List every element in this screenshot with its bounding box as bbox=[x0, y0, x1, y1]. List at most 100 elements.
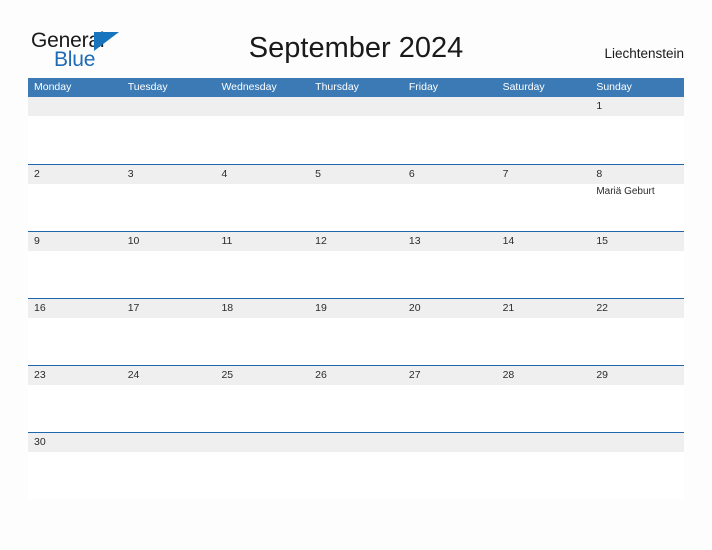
calendar-day-cell-25[interactable]: 25 bbox=[215, 366, 310, 432]
calendar-day-cell-empty bbox=[215, 97, 310, 164]
calendar-day-cell-empty bbox=[121, 97, 216, 164]
day-number: 20 bbox=[408, 302, 421, 314]
day-number-band bbox=[496, 165, 591, 184]
page-header: General Blue September 2024 Liechtenstei… bbox=[0, 0, 712, 78]
calendar-day-cell-empty bbox=[402, 433, 497, 499]
day-number-band bbox=[402, 433, 497, 452]
day-number: 12 bbox=[315, 235, 327, 247]
calendar-page: General Blue September 2024 Liechtenstei… bbox=[0, 0, 712, 550]
calendar-week-row: 30 bbox=[28, 432, 685, 499]
calendar-day-cell-22[interactable]: 22 bbox=[590, 299, 685, 365]
day-number-band bbox=[590, 433, 685, 452]
day-number-band bbox=[309, 97, 403, 116]
day-number-band bbox=[28, 232, 122, 251]
day-number-band bbox=[402, 165, 497, 184]
day-number: 26 bbox=[315, 369, 327, 381]
calendar-day-cell-6[interactable]: 6 bbox=[402, 165, 497, 231]
day-number: 15 bbox=[596, 235, 608, 247]
day-number-band bbox=[121, 433, 216, 452]
day-number-band bbox=[121, 165, 216, 184]
calendar-week-row: 1 bbox=[28, 97, 685, 164]
calendar-day-cell-19[interactable]: 19 bbox=[309, 299, 403, 365]
calendar-day-cell-18[interactable]: 18 bbox=[215, 299, 310, 365]
day-number-band bbox=[309, 433, 403, 452]
calendar-day-cell-20[interactable]: 20 bbox=[402, 299, 497, 365]
calendar-event: Mariä Geburt bbox=[596, 186, 655, 197]
calendar-day-cell-1[interactable]: 1 bbox=[590, 97, 685, 164]
calendar-week-row: 2 3 4 5 6 7 8 Mariä Geburt bbox=[28, 164, 685, 231]
calendar-day-cell-30[interactable]: 30 bbox=[28, 433, 122, 499]
day-number: 28 bbox=[502, 369, 515, 381]
calendar-day-cell-empty bbox=[309, 97, 403, 164]
calendar-day-cell-9[interactable]: 9 bbox=[28, 232, 122, 298]
day-number: 29 bbox=[596, 369, 608, 381]
calendar-day-cell-3[interactable]: 3 bbox=[121, 165, 216, 231]
day-of-week-monday: Monday bbox=[34, 81, 72, 93]
calendar-day-cell-17[interactable]: 17 bbox=[121, 299, 216, 365]
day-of-week-tuesday: Tuesday bbox=[127, 81, 168, 93]
day-number: 21 bbox=[502, 302, 515, 314]
day-number: 7 bbox=[502, 168, 509, 180]
day-number: 8 bbox=[596, 168, 603, 180]
calendar-day-cell-empty bbox=[121, 433, 216, 499]
day-number-band bbox=[590, 165, 685, 184]
calendar-day-cell-13[interactable]: 13 bbox=[402, 232, 497, 298]
week-cells: 2 3 4 5 6 7 8 Mariä Geburt bbox=[28, 165, 685, 231]
calendar-day-cell-4[interactable]: 4 bbox=[215, 165, 310, 231]
day-number: 4 bbox=[221, 168, 228, 180]
calendar-weeks: 1 2 3 4 5 6 7 8 Mariä Geburt 9 10 11 12 13 14 15 16 17 18 1… bbox=[28, 97, 685, 499]
calendar-day-cell-empty bbox=[215, 433, 310, 499]
day-of-week-sunday: Sunday bbox=[596, 81, 632, 93]
day-number: 25 bbox=[221, 369, 234, 381]
calendar-day-cell-5[interactable]: 5 bbox=[309, 165, 403, 231]
calendar-day-cell-15[interactable]: 15 bbox=[590, 232, 685, 298]
calendar-day-cell-10[interactable]: 10 bbox=[121, 232, 216, 298]
day-number-band bbox=[590, 97, 685, 116]
calendar-day-cell-empty bbox=[402, 97, 497, 164]
calendar-day-cell-14[interactable]: 14 bbox=[496, 232, 591, 298]
calendar-day-cell-7[interactable]: 7 bbox=[496, 165, 591, 231]
calendar-day-cell-24[interactable]: 24 bbox=[121, 366, 216, 432]
calendar-week-row: 9 10 11 12 13 14 15 bbox=[28, 231, 685, 298]
day-number-band bbox=[215, 97, 310, 116]
day-number-band bbox=[309, 165, 403, 184]
calendar-day-cell-23[interactable]: 23 bbox=[28, 366, 122, 432]
day-number: 17 bbox=[127, 302, 140, 314]
calendar-day-cell-11[interactable]: 11 bbox=[215, 232, 310, 298]
day-of-week-header: Monday Tuesday Wednesday Thursday Friday Satu… bbox=[28, 78, 684, 97]
day-number-band bbox=[496, 97, 591, 116]
day-number-band bbox=[215, 433, 310, 452]
calendar-day-cell-empty bbox=[496, 97, 591, 164]
calendar-day-cell-28[interactable]: 28 bbox=[496, 366, 591, 432]
day-number-band bbox=[28, 165, 122, 184]
calendar-day-cell-21[interactable]: 21 bbox=[496, 299, 591, 365]
calendar-day-cell-27[interactable]: 27 bbox=[402, 366, 497, 432]
region-label: Liechtenstein bbox=[604, 46, 684, 61]
calendar-day-cell-empty bbox=[309, 433, 403, 499]
calendar-day-cell-empty bbox=[496, 433, 591, 499]
day-number-band bbox=[402, 97, 497, 116]
day-number: 3 bbox=[127, 168, 134, 180]
day-number: 5 bbox=[315, 168, 321, 180]
calendar-grid: Monday Tuesday Wednesday Thursday Friday Satu… bbox=[28, 78, 685, 499]
day-of-week-friday: Friday bbox=[408, 81, 439, 93]
calendar-day-cell-29[interactable]: 29 bbox=[590, 366, 685, 432]
day-number: 2 bbox=[34, 168, 40, 180]
day-number: 11 bbox=[221, 235, 233, 247]
calendar-day-cell-8[interactable]: 8 Mariä Geburt bbox=[590, 165, 685, 231]
day-number-band bbox=[121, 97, 216, 116]
day-number: 13 bbox=[408, 235, 421, 247]
calendar-day-cell-2[interactable]: 2 bbox=[28, 165, 122, 231]
calendar-day-cell-16[interactable]: 16 bbox=[28, 299, 122, 365]
day-number: 22 bbox=[596, 302, 608, 314]
week-cells: 16 17 18 19 20 21 22 bbox=[28, 299, 685, 365]
calendar-day-cell-26[interactable]: 26 bbox=[309, 366, 403, 432]
day-number: 6 bbox=[408, 168, 415, 180]
day-number: 14 bbox=[502, 235, 515, 247]
day-of-week-wednesday: Wednesday bbox=[221, 81, 277, 93]
week-cells: 30 bbox=[28, 433, 685, 499]
day-number: 19 bbox=[315, 302, 327, 314]
day-events: Mariä Geburt bbox=[596, 185, 680, 198]
day-number: 23 bbox=[34, 369, 46, 381]
calendar-day-cell-12[interactable]: 12 bbox=[309, 232, 403, 298]
